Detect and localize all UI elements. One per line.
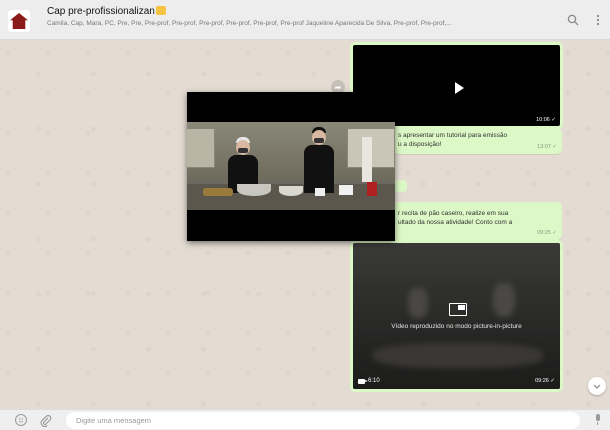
message-text: ultado da nossa atividade! Conto com a: [398, 219, 513, 226]
video-camera-icon: [358, 378, 368, 384]
message-time: 09:25 ✓: [537, 230, 557, 236]
text-message: r recita de pão caseiro, realize em sua …: [392, 202, 562, 240]
message-text: s apresentar um tutorial para emissão: [398, 132, 508, 139]
video-duration: 6:10: [358, 378, 380, 384]
microphone-icon[interactable]: [594, 414, 601, 425]
chat-header: Cap pre-profissionalizan Camila, Cap, Ma…: [0, 0, 610, 40]
video-message-pip[interactable]: Vídeo reproduzido no modo picture-in-pic…: [350, 240, 563, 392]
message-text: r recita de pão caseiro, realize em sua: [398, 210, 509, 217]
bowl: [237, 184, 271, 196]
pip-status-text: Vídeo reproduzido no modo picture-in-pic…: [391, 323, 522, 330]
chat-title: Cap pre-profissionalizan: [47, 6, 557, 17]
picture-in-picture-icon: [449, 303, 467, 316]
message-text: u a disposição!: [398, 141, 442, 148]
more-options-icon[interactable]: [596, 14, 600, 29]
message-input[interactable]: [66, 412, 580, 429]
scroll-down-button[interactable]: [588, 377, 606, 395]
attach-icon[interactable]: [40, 414, 52, 430]
search-icon[interactable]: [567, 14, 579, 29]
group-avatar[interactable]: [8, 10, 30, 32]
message-time: 09:26 ✓: [535, 378, 555, 384]
emoji-icon[interactable]: [15, 414, 27, 426]
pip-video-frame[interactable]: [187, 122, 395, 210]
emoji-icon: [155, 6, 166, 15]
chat-participants: Camila, Cap, Mara, PC, Pre, Pre, Pre-pro…: [47, 20, 452, 27]
play-icon[interactable]: [455, 82, 464, 94]
message-time: 10:06 ✓: [536, 117, 556, 123]
pip-window[interactable]: [187, 92, 395, 241]
message-time: 13:07 ✓: [537, 144, 557, 150]
text-message: s apresentar um tutorial para emissão u …: [392, 128, 562, 154]
message-fragment: [393, 180, 407, 192]
chat-info[interactable]: Cap pre-profissionalizan Camila, Cap, Ma…: [47, 6, 557, 27]
duration-text: 6:10: [368, 378, 380, 384]
compose-bar: [0, 409, 610, 430]
